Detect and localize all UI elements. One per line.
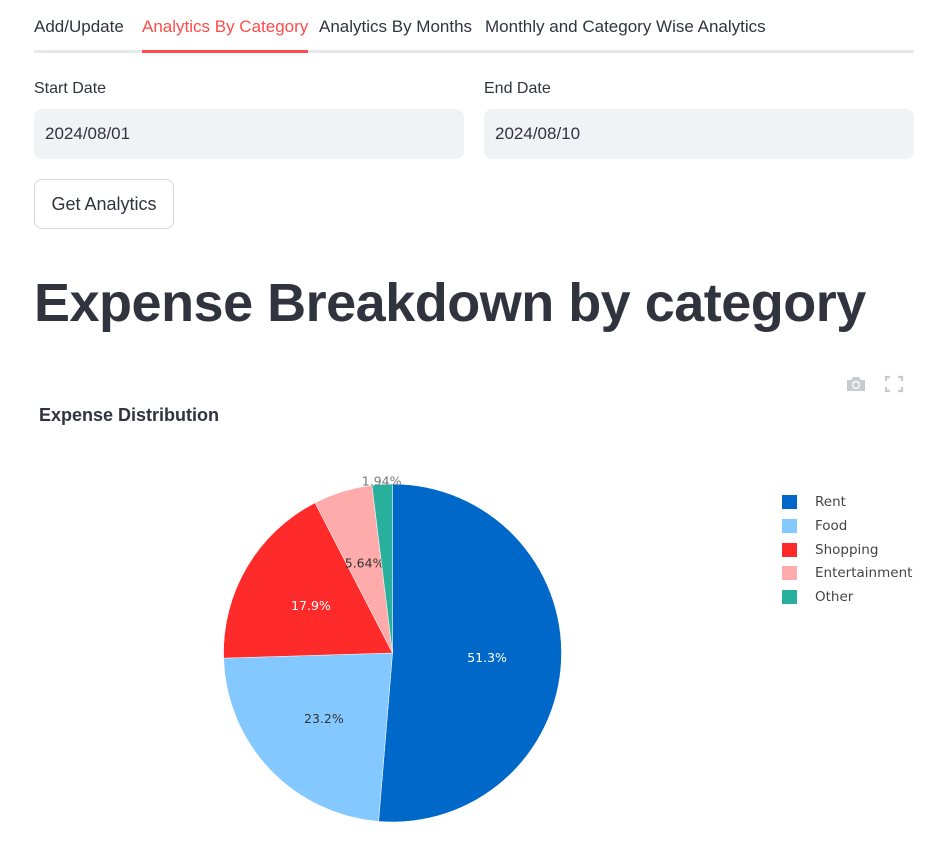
pie-label-entertainment: 5.64% [345,556,385,571]
legend-label: Other [815,589,854,605]
tab-bar: Add/Update Analytics By Category Analyti… [34,0,914,54]
end-date-label: End Date [484,80,551,97]
start-date-input[interactable] [34,109,464,159]
pie-label-rent: 51.3% [467,650,507,665]
legend-label: Rent [815,494,846,510]
tab-analytics-by-category[interactable]: Analytics By Category [142,0,309,53]
tab-monthly-category-analytics[interactable]: Monthly and Category Wise Analytics [485,0,766,53]
legend-label: Entertainment [815,565,913,582]
end-date-input[interactable] [484,109,914,159]
chart-title: Expense Distribution [39,405,220,425]
legend-swatch [782,518,797,533]
pie-slice-food[interactable] [223,652,393,822]
start-date-label: Start Date [34,80,107,97]
fullscreen-icon[interactable] [883,374,905,394]
tab-add-update[interactable]: Add/Update [34,0,124,53]
tab-analytics-by-months[interactable]: Analytics By Months [319,0,472,53]
pie-label-other: 1.94% [362,473,402,488]
legend-label: Shopping [815,541,879,558]
legend-swatch [782,566,797,581]
pie-chart: 51.3% 23.2% 17.9% 5.64% 1.94% [223,473,562,823]
pie-label-shopping: 17.9% [291,598,331,613]
pie-label-food: 23.2% [304,711,344,726]
page-title: Expense Breakdown by category [34,273,866,333]
camera-icon[interactable] [845,374,867,394]
legend-swatch [782,495,797,509]
legend-swatch [782,590,797,604]
get-analytics-button[interactable]: Get Analytics [34,179,174,229]
legend-swatch [782,542,797,557]
legend-label: Food [815,517,848,534]
